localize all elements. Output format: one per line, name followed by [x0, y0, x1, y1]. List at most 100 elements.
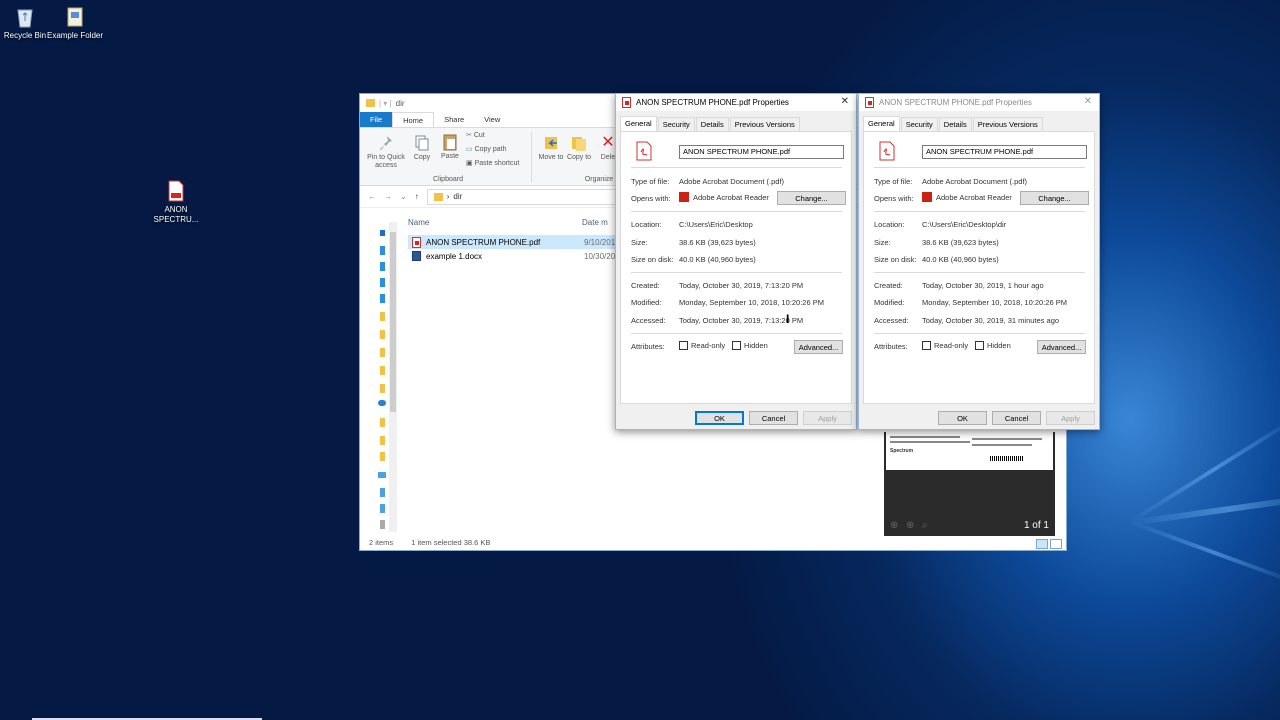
dialog-title-bar[interactable]: ANON SPECTRUM PHONE.pdf Properties [616, 94, 856, 111]
tab-general[interactable]: General [620, 116, 657, 131]
column-header-name[interactable]: Name [408, 218, 582, 227]
file-name-field[interactable]: ANON SPECTRUM PHONE.pdf [679, 145, 844, 159]
tab-general[interactable]: General [863, 116, 900, 131]
preview-down-icon[interactable]: ⊕ [906, 520, 914, 531]
dialog-title-bar[interactable]: ANON SPECTRUM PHONE.pdf Properties [859, 94, 1099, 111]
nav-folder-icon [380, 436, 385, 445]
file-name: example 1.docx [426, 251, 483, 261]
window-title: dir [395, 98, 405, 108]
attributes-label: Attributes: [631, 342, 665, 351]
acrobat-icon [922, 192, 932, 202]
paste-label: Paste [441, 153, 459, 160]
this-pc-icon [378, 472, 386, 478]
copy-button[interactable]: Copy [412, 134, 432, 162]
size-value: 38.6 KB (39,623 bytes) [679, 238, 756, 247]
nav-item-icon [380, 246, 385, 255]
change-button[interactable]: Change... [1020, 191, 1089, 205]
tab-view[interactable]: View [474, 112, 510, 127]
folder-icon [366, 99, 375, 107]
hidden-checkbox[interactable]: Hidden [975, 341, 1011, 350]
close-icon[interactable]: ✕ [841, 96, 849, 107]
large-icons-view-icon[interactable] [1050, 539, 1062, 549]
close-icon[interactable]: ✕ [1084, 96, 1092, 107]
status-bar: 2 items 1 item selected 38.6 KB [360, 534, 1066, 550]
location-label: Location: [874, 220, 905, 229]
read-only-checkbox[interactable]: Read-only [679, 341, 725, 350]
divider [874, 211, 1085, 212]
forward-arrow-icon[interactable]: → [384, 192, 392, 201]
chevron-down-icon[interactable]: ⌄ [400, 192, 407, 201]
back-arrow-icon[interactable]: ← [368, 192, 376, 201]
paste-button[interactable]: Paste [438, 133, 462, 161]
attributes-label: Attributes: [874, 342, 908, 351]
tab-details[interactable]: Details [938, 117, 972, 131]
tab-security[interactable]: Security [900, 117, 938, 131]
change-button[interactable]: Change... [777, 191, 846, 205]
size-label: Size: [874, 238, 891, 247]
advanced-button[interactable]: Advanced... [1037, 340, 1086, 354]
copy-path-icon: ▭ [466, 146, 473, 153]
read-only-label: Read-only [934, 341, 969, 350]
read-only-checkbox[interactable]: Read-only [922, 341, 968, 350]
tab-previous-versions[interactable]: Previous Versions [729, 117, 800, 131]
accessed-label: Accessed: [874, 316, 909, 325]
checkbox-box [679, 341, 688, 350]
copy-to-button[interactable]: Copy to [566, 134, 592, 162]
paste-shortcut-button[interactable]: ▣ Paste shortcut [466, 160, 519, 168]
pin-quick-access-button[interactable]: Pin to Quick access [363, 134, 409, 170]
preview-text-line [890, 441, 970, 443]
column-header-date[interactable]: Date m [582, 218, 608, 227]
advanced-button[interactable]: Advanced... [794, 340, 843, 354]
nav-folder-icon [380, 452, 385, 461]
copy-path-button[interactable]: ▭ Copy path [466, 146, 507, 154]
properties-dialog-desktop[interactable]: ANON SPECTRUM PHONE.pdf Properties ✕ Gen… [615, 93, 857, 430]
pdf-file-icon [879, 141, 895, 161]
tab-share[interactable]: Share [434, 112, 474, 127]
acrobat-icon [679, 192, 689, 202]
apply-button[interactable]: Apply [803, 411, 852, 425]
dialog-tabs: General Security Details Previous Versio… [863, 116, 1044, 131]
tab-details[interactable]: Details [695, 117, 729, 131]
tab-security[interactable]: Security [657, 117, 695, 131]
tab-home[interactable]: Home [392, 112, 435, 127]
nav-item-icon [380, 262, 385, 271]
file-date: 9/10/201 [584, 237, 616, 247]
quick-access-toolbar[interactable]: | ▾ | [379, 99, 392, 108]
move-to-button[interactable]: Move to [538, 134, 564, 162]
breadcrumb[interactable]: dir [453, 192, 462, 201]
file-name-field[interactable]: ANON SPECTRUM PHONE.pdf [922, 145, 1087, 159]
desktop-icon-pdf[interactable]: ANON SPECTRU... [146, 180, 206, 225]
scrollbar-thumb[interactable] [390, 232, 396, 412]
cancel-button[interactable]: Cancel [749, 411, 798, 425]
copy-path-label: Copy path [474, 146, 507, 153]
created-value: Today, October 30, 2019, 7:13:20 PM [679, 281, 804, 290]
dialog-tabs: General Security Details Previous Versio… [620, 116, 801, 131]
hidden-checkbox[interactable]: Hidden [732, 341, 768, 350]
size-on-disk-label: Size on disk: [874, 255, 917, 264]
preview-text-line [972, 438, 1042, 440]
ok-button[interactable]: OK [695, 411, 744, 425]
folder-icon [433, 192, 443, 201]
properties-dialog-dir[interactable]: ANON SPECTRUM PHONE.pdf Properties ✕ Gen… [858, 93, 1100, 430]
up-arrow-icon[interactable]: ↑ [415, 192, 419, 201]
ok-button[interactable]: OK [938, 411, 987, 425]
nav-folder-icon [380, 384, 385, 393]
apply-button[interactable]: Apply [1046, 411, 1095, 425]
tab-previous-versions[interactable]: Previous Versions [972, 117, 1043, 131]
details-view-icon[interactable] [1036, 539, 1048, 549]
preview-up-icon[interactable]: ⊕ [890, 520, 898, 531]
nav-folder-icon [380, 418, 385, 427]
copy-to-label: Copy to [566, 154, 592, 161]
cancel-button[interactable]: Cancel [992, 411, 1041, 425]
nav-scrollbar[interactable] [389, 222, 397, 532]
cut-button[interactable]: ✂ Cut [466, 132, 485, 140]
desktop-icon-example-folder[interactable]: Example Folder [45, 6, 105, 41]
accessed-label: Accessed: [631, 316, 666, 325]
opens-with-label: Opens with: [874, 194, 914, 203]
status-item-count: 2 items [369, 537, 394, 547]
tab-file[interactable]: File [360, 112, 393, 127]
general-tab-pane: ANON SPECTRUM PHONE.pdf Type of file: Ad… [863, 131, 1095, 404]
pin-icon [380, 136, 392, 150]
preview-zoom-icon[interactable]: ⌕ [922, 520, 928, 531]
pdf-file-icon [865, 97, 874, 108]
